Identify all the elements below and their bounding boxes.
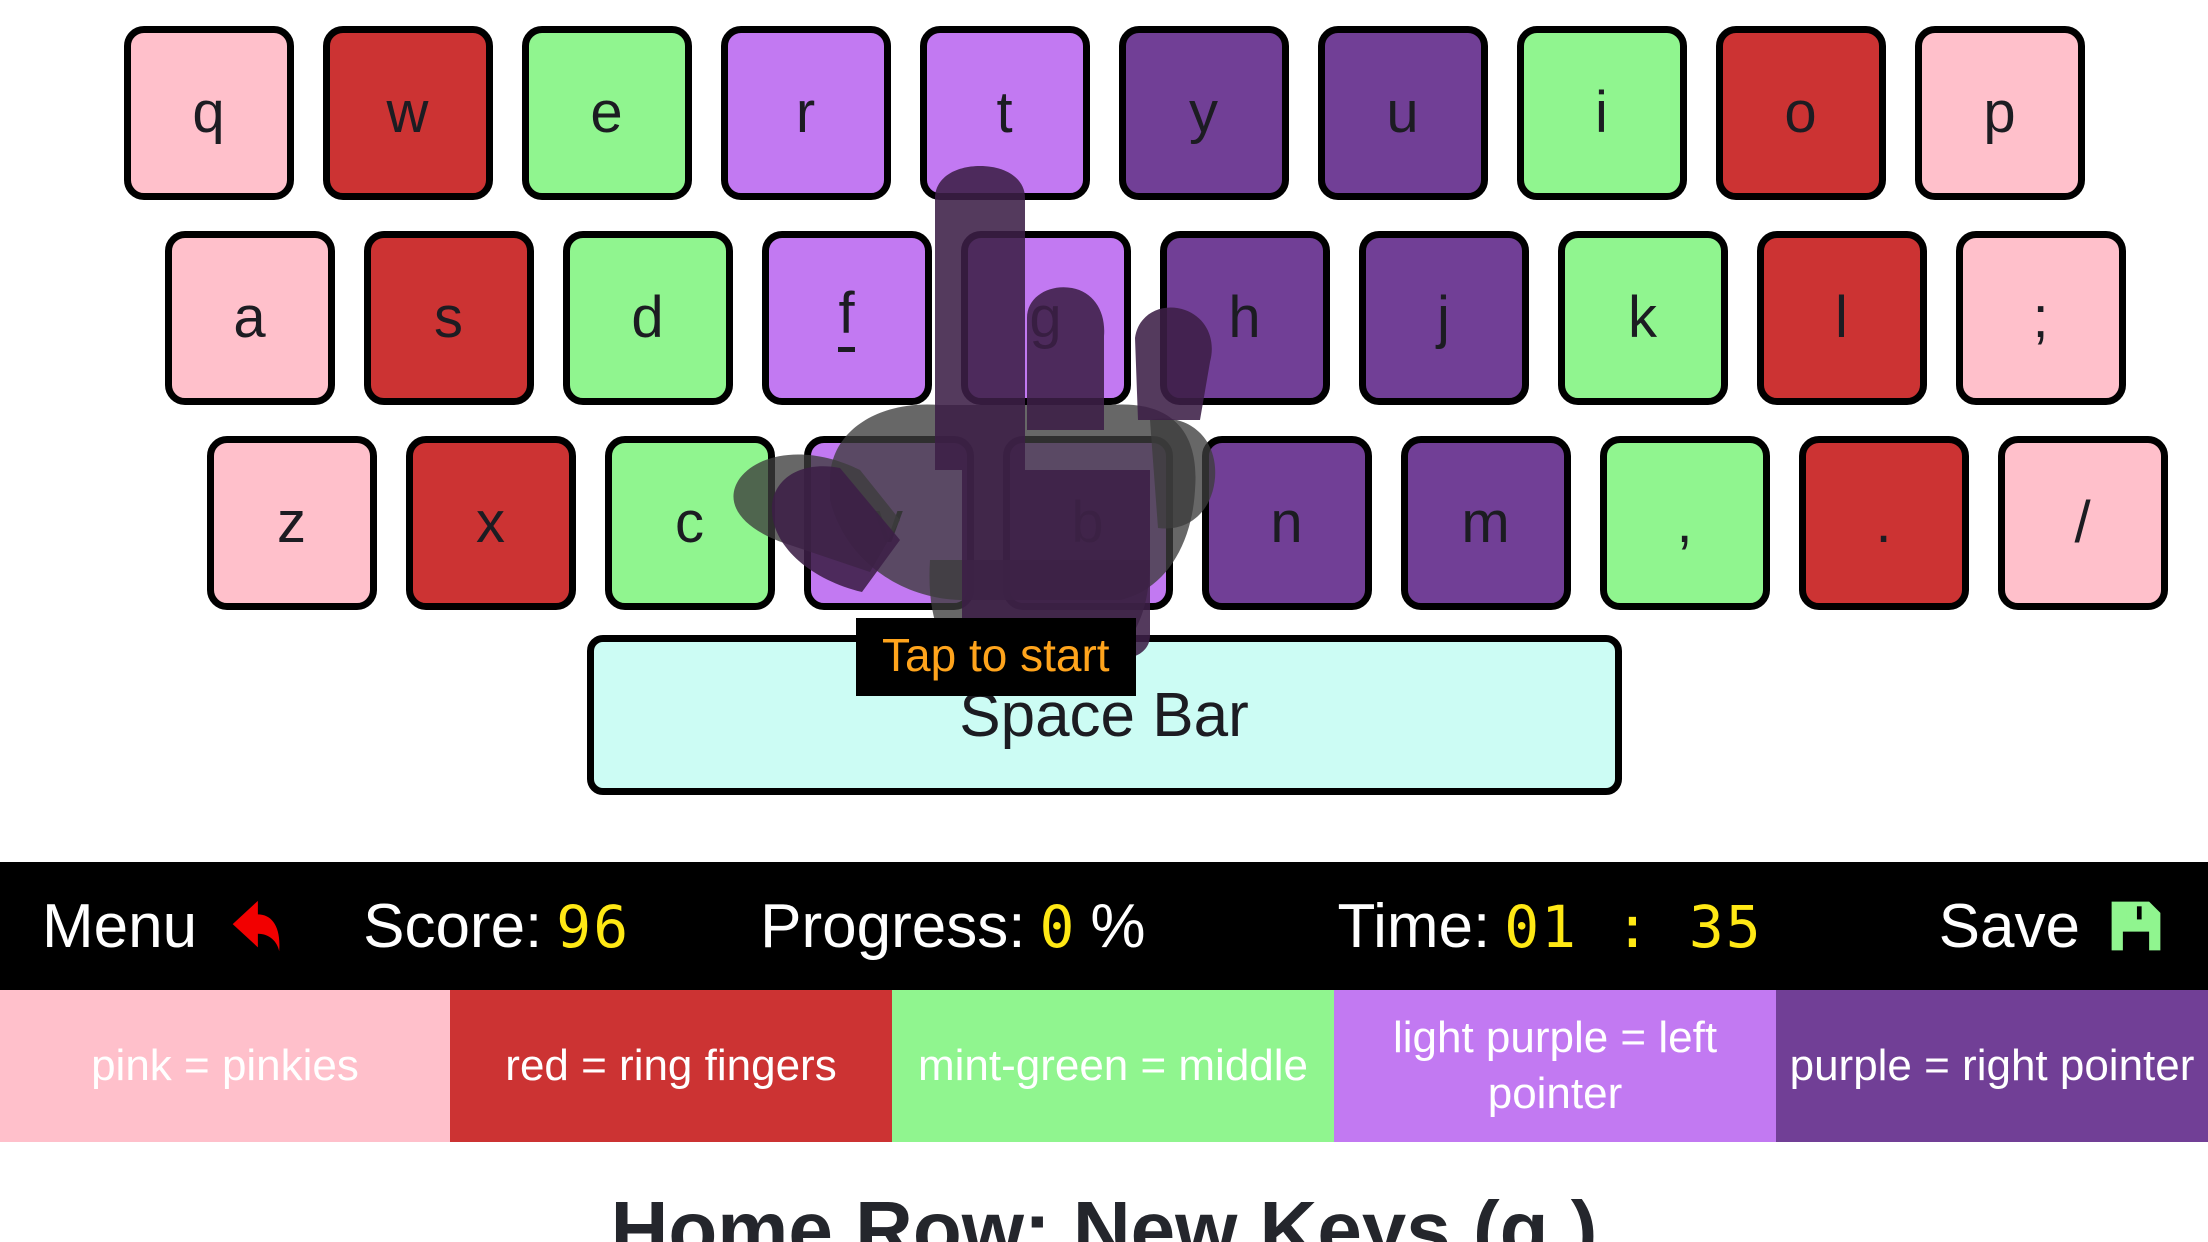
key-a[interactable]: a [164,231,335,405]
key-label: s [434,285,463,350]
key-semicolon[interactable]: ; [1955,231,2126,405]
key-label: y [1189,80,1218,145]
key-n[interactable]: n [1201,436,1372,610]
keyboard-row-home: a s d f g h j k l; [0,231,2208,405]
key-u[interactable]: u [1317,26,1488,200]
key-q[interactable]: q [123,26,294,200]
lesson-title: Home Row: New Keys (g,) [0,1184,2208,1242]
key-label: r [795,80,816,145]
key-y[interactable]: y [1118,26,1289,200]
key-label: v [874,490,903,555]
key-f[interactable]: f [761,231,932,405]
time-display: Time: 01 : 35 [1338,891,1763,962]
legend-item-text: light purple = left pointer [1392,1012,1718,1118]
key-label: n [1270,490,1303,555]
key-c[interactable]: c [604,436,775,610]
key-z[interactable]: z [206,436,377,610]
menu-button[interactable]: Menu [42,891,285,962]
key-label: e [590,80,623,145]
key-label: a [233,285,266,350]
key-i[interactable]: i [1516,26,1687,200]
keyboard-row-bottom: z x c v b n m,. / [0,436,2208,610]
progress-label: Progress: [760,891,1026,961]
legend-item-text: purple = right pointer [1789,1040,2195,1090]
key-label: x [476,490,505,555]
key-period[interactable]: . [1798,436,1969,610]
key-label: u [1386,80,1419,145]
key-label: w [386,80,429,145]
key-label: j [1437,285,1450,350]
floppy-disk-icon[interactable] [2106,896,2166,956]
key-w[interactable]: w [322,26,493,200]
key-label: k [1628,285,1657,350]
legend-item-3: light purple = left pointer [1334,990,1776,1142]
key-m[interactable]: m [1400,436,1571,610]
legend-item-4: purple = right pointer [1776,990,2208,1142]
legend-item-2: mint-green = middle [892,990,1334,1142]
key-label: z [277,490,306,555]
legend-item-text: red = ring fingers [505,1040,837,1090]
back-arrow-icon[interactable] [223,895,285,957]
key-label: q [192,80,225,145]
key-g[interactable]: g [960,231,1131,405]
key-label: b [1071,490,1104,555]
key-label: h [1228,285,1261,350]
key-label: . [1875,490,1892,555]
key-k[interactable]: k [1557,231,1728,405]
key-label: g [1029,285,1062,350]
key-p[interactable]: p [1914,26,2085,200]
progress-display: Progress: 0 % [760,891,1145,962]
time-label: Time: [1337,891,1491,961]
key-comma[interactable]: , [1599,436,1770,610]
key-j[interactable]: j [1358,231,1529,405]
key-t[interactable]: t [919,26,1090,200]
save-button[interactable]: Save [1939,891,2166,962]
save-label: Save [1938,891,2080,961]
key-e[interactable]: e [521,26,692,200]
key-x[interactable]: x [405,436,576,610]
key-s[interactable]: s [363,231,534,405]
tap-to-start-tooltip[interactable]: Tap to start [856,618,1136,696]
score-value: 96 [556,892,631,961]
key-h[interactable]: h [1159,231,1330,405]
key-label: / [2074,490,2091,555]
key-label: m [1461,490,1510,555]
keyboard-row-top: qwertyuiop [0,26,2208,200]
legend-item-1: red = ring fingers [450,990,892,1142]
virtual-keyboard: qwertyuiop a s d f g h j k l; z x c v b n m,. / Tap t [0,0,2208,795]
key-b[interactable]: b [1002,436,1173,610]
key-label: f [838,284,855,352]
key-label: o [1784,80,1817,145]
key-r[interactable]: r [720,26,891,200]
lesson-title-text: Home Row: New Keys (g,) [610,1185,1598,1242]
key-label: d [631,285,664,350]
key-label: ; [2032,285,2049,350]
score-label: Score: [363,891,543,961]
progress-value: 0 [1039,892,1077,961]
menu-label: Menu [42,891,198,961]
key-label: i [1595,80,1608,145]
key-label: , [1676,490,1693,555]
key-label: t [996,80,1013,145]
key-slash[interactable]: / [1997,436,2168,610]
legend-item-text: mint-green = middle [917,1040,1309,1090]
key-l[interactable]: l [1756,231,1927,405]
key-label: p [1983,80,2016,145]
legend-item-text: pink = pinkies [91,1040,359,1090]
key-d[interactable]: d [562,231,733,405]
key-v[interactable]: v [803,436,974,610]
score-display: Score: 96 [363,891,630,962]
finger-color-legend: pink = pinkies red = ring fingers mint-gre… [0,990,2208,1142]
legend-item-0: pink = pinkies [0,990,450,1142]
tooltip-text: Tap to start [882,629,1110,681]
status-bar: Menu Score: 96 Progress: 0 % Time: 01 : … [0,862,2208,990]
typing-tutor-app: qwertyuiop a s d f g h j k l; z x c v b n m,. / Tap t [0,0,2208,1242]
key-label: c [675,490,704,555]
key-o[interactable]: o [1715,26,1886,200]
time-value: 01 : 35 [1504,892,1763,961]
progress-unit: % [1090,891,1146,961]
key-label: l [1835,285,1848,350]
